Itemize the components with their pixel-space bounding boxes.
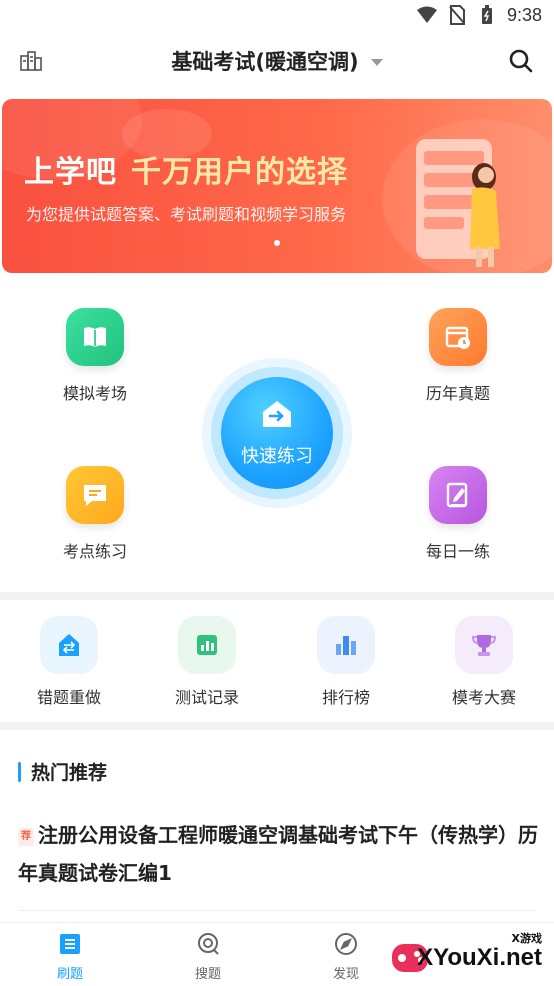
wifi-icon bbox=[416, 5, 437, 25]
search-icon bbox=[195, 931, 221, 957]
banner-illustration bbox=[416, 139, 500, 267]
tab-label: 刷题 bbox=[56, 967, 83, 982]
article-item[interactable]: 荐注册公用设备工程师暖通空调基础考试下午（传热学）历年真题试卷汇编1 bbox=[18, 816, 538, 892]
list-icon bbox=[57, 931, 83, 957]
tab-label: 搜题 bbox=[194, 967, 221, 982]
quick-practice-ring: 快速练习 bbox=[211, 367, 343, 499]
tool-test-record[interactable]: 测试记录 bbox=[152, 616, 262, 708]
section-header-hot: 热门推荐 bbox=[18, 758, 107, 785]
tool-ranking[interactable]: 排行榜 bbox=[291, 616, 401, 708]
tools-row: 错题重做 测试记录 排行榜 模考大赛 bbox=[0, 604, 554, 722]
quick-practice-core: 快速练习 bbox=[221, 377, 333, 489]
tab-label: 发现 bbox=[332, 967, 359, 982]
tool-label: 模考大赛 bbox=[451, 688, 516, 707]
trophy-icon bbox=[455, 616, 513, 674]
recommend-badge: 荐 bbox=[18, 828, 34, 846]
quick-practice-label: 快速练习 bbox=[241, 446, 313, 467]
tab-discover[interactable]: 发现 bbox=[306, 931, 386, 982]
page-title: 基础考试(暖通空调) bbox=[171, 50, 359, 74]
feature-label: 历年真题 bbox=[425, 384, 490, 403]
feature-label: 模拟考场 bbox=[62, 384, 127, 403]
feature-mock-exam[interactable]: 模拟考场 bbox=[35, 308, 155, 404]
feature-past-papers[interactable]: 历年真题 bbox=[398, 308, 518, 404]
tool-label: 错题重做 bbox=[36, 688, 101, 707]
app-header: 基础考试(暖通空调) bbox=[0, 30, 554, 92]
quick-practice-button[interactable]: 快速练习 bbox=[202, 358, 352, 508]
chevron-down-icon bbox=[370, 58, 383, 66]
section-divider bbox=[0, 722, 554, 730]
buildings-icon[interactable] bbox=[18, 48, 44, 74]
feature-daily-practice[interactable]: 每日一练 bbox=[398, 466, 518, 562]
status-bar: 9:38 bbox=[0, 0, 554, 30]
exam-selector[interactable]: 基础考试(暖通空调) bbox=[171, 46, 383, 76]
compass-icon bbox=[333, 931, 359, 957]
site-watermark: X游戏 XYouXi.net bbox=[390, 928, 546, 980]
arrow-house-icon bbox=[260, 398, 294, 434]
ranking-icon bbox=[317, 616, 375, 674]
banner-headline: 上学吧 千万用户的选择 bbox=[24, 147, 348, 191]
promo-banner[interactable]: 上学吧 千万用户的选择 为您提供试题答案、考试刷题和视频学习服务 bbox=[2, 99, 552, 273]
banner-headline-slogan: 千万用户的选择 bbox=[131, 155, 348, 190]
list-divider bbox=[18, 910, 536, 911]
tool-mock-contest[interactable]: 模考大赛 bbox=[429, 616, 539, 708]
tool-wrong-redo[interactable]: 错题重做 bbox=[14, 616, 124, 708]
feature-topic-practice[interactable]: 考点练习 bbox=[35, 466, 155, 562]
section-divider bbox=[0, 592, 554, 600]
feature-label: 考点练习 bbox=[62, 542, 127, 561]
banner-subtitle: 为您提供试题答案、考试刷题和视频学习服务 bbox=[26, 205, 347, 224]
no-sim-icon bbox=[447, 5, 467, 25]
article-title-line: 荐注册公用设备工程师暖通空调基础考试下午（传热学）历年真题试卷汇编1 bbox=[18, 823, 538, 885]
tab-search[interactable]: 搜题 bbox=[168, 931, 248, 982]
book-icon bbox=[66, 308, 124, 366]
article-title: 注册公用设备工程师暖通空调基础考试下午（传热学）历年真题试卷汇编1 bbox=[18, 823, 538, 885]
tab-practice[interactable]: 刷题 bbox=[30, 931, 110, 982]
battery-icon bbox=[477, 5, 497, 25]
carousel-indicator bbox=[274, 240, 280, 246]
tool-label: 排行榜 bbox=[321, 688, 370, 707]
redo-icon bbox=[40, 616, 98, 674]
status-time: 9:38 bbox=[506, 4, 542, 25]
feature-label: 每日一练 bbox=[425, 542, 490, 561]
tool-label: 测试记录 bbox=[174, 688, 239, 707]
section-accent-bar bbox=[18, 761, 21, 782]
banner-headline-brand: 上学吧 bbox=[24, 155, 117, 190]
calendar-clock-icon bbox=[429, 308, 487, 366]
section-title: 热门推荐 bbox=[31, 762, 108, 784]
chart-icon bbox=[178, 616, 236, 674]
watermark-text: XYouXi.net bbox=[417, 944, 542, 971]
message-icon bbox=[66, 466, 124, 524]
search-icon[interactable] bbox=[508, 48, 534, 74]
edit-icon bbox=[429, 466, 487, 524]
